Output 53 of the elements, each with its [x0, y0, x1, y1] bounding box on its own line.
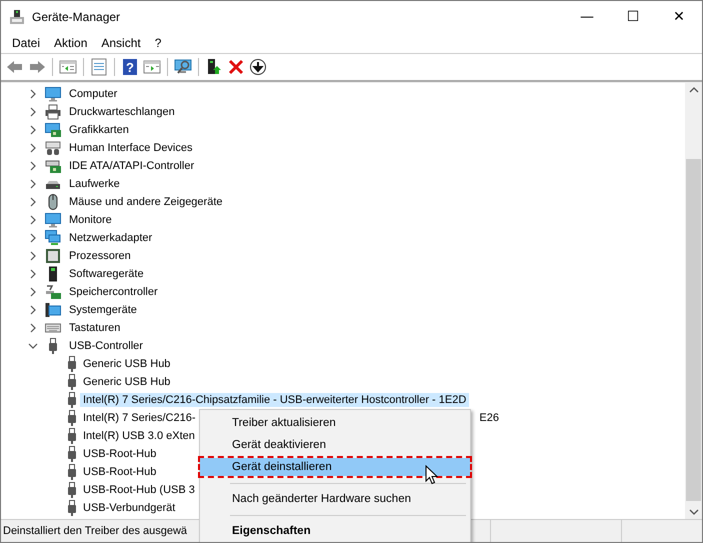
- tree-item[interactable]: Intel(R) 7 Series/C216-: [80, 411, 198, 425]
- tree-item[interactable]: Intel(R) 7 Series/C216-Chipsatzfamilie - USB-erweiterter Hostcontroller - 1E2D: [80, 393, 470, 407]
- tree-item[interactable]: IDE ATA/ATAPI-Controller: [66, 159, 198, 173]
- menu-item[interactable]: Datei: [5, 36, 48, 50]
- tree-item[interactable]: Intel(R) USB 3.0 eXten: [80, 429, 198, 443]
- network-icon: [45, 230, 61, 246]
- controller-board-icon: [45, 158, 61, 174]
- printer-icon: [45, 104, 61, 120]
- mouse-cursor-icon: [425, 465, 438, 485]
- menu-item[interactable]: Gerät deaktivieren: [200, 436, 470, 454]
- tree-item[interactable]: Speichercontroller: [66, 285, 161, 299]
- tree-item[interactable]: USB-Root-Hub: [80, 465, 160, 479]
- menu-item[interactable]: Eigenschaften: [200, 522, 470, 540]
- monitor-icon: [45, 212, 61, 228]
- close-button[interactable]: ✕: [656, 1, 702, 33]
- keyboard-mouse-icon: [45, 140, 61, 156]
- device-manager-icon: [9, 9, 25, 25]
- tree-item[interactable]: Prozessoren: [66, 249, 134, 263]
- processor-icon: [45, 248, 61, 264]
- tree-item[interactable]: USB-Root-Hub (USB 3: [80, 483, 198, 497]
- tree-item[interactable]: Mäuse und andere Zeigegeräte: [66, 195, 226, 209]
- tree-item[interactable]: USB-Verbundgerät: [80, 501, 178, 515]
- tree-item[interactable]: USB-Controller: [66, 339, 146, 353]
- tree-item[interactable]: Softwaregeräte: [66, 267, 147, 281]
- menu-item[interactable]: ?: [148, 36, 168, 50]
- menu-item[interactable]: Ansicht: [94, 36, 148, 50]
- menu-item[interactable]: Nach geänderter Hardware suchen: [200, 490, 470, 508]
- window-title: Geräte-Manager: [32, 10, 120, 24]
- monitor-icon: [45, 86, 61, 102]
- help-button[interactable]: ?: [119, 56, 141, 78]
- tree-item[interactable]: USB-Root-Hub: [80, 447, 160, 461]
- tree-item[interactable]: Grafikkarten: [66, 123, 132, 137]
- graphics-card-icon: [45, 122, 61, 138]
- tree-item[interactable]: Generic USB Hub: [80, 375, 174, 389]
- tree-item[interactable]: Systemgeräte: [66, 303, 140, 317]
- tree-item[interactable]: E26: [479, 412, 502, 424]
- menu-item[interactable]: Aktion: [47, 36, 94, 50]
- status-text: Deinstalliert den Treiber des ausgewä: [2, 525, 188, 537]
- tree-item[interactable]: Human Interface Devices: [66, 141, 196, 155]
- tree-item[interactable]: Druckwarteschlangen: [66, 105, 178, 119]
- tree-item[interactable]: Computer: [66, 87, 120, 101]
- menu-item[interactable]: Treiber aktualisieren: [200, 414, 470, 432]
- tree-item[interactable]: Generic USB Hub: [80, 357, 174, 371]
- minimize-button[interactable]: —: [564, 1, 610, 33]
- maximize-button[interactable]: ☐: [610, 1, 656, 33]
- tree-item[interactable]: Netzwerkadapter: [66, 231, 156, 245]
- download-button[interactable]: [247, 56, 269, 78]
- tree-item[interactable]: Laufwerke: [66, 177, 123, 191]
- scrollbar-thumb[interactable]: [686, 159, 701, 501]
- scrollbar[interactable]: [685, 83, 702, 519]
- tree-item[interactable]: Tastaturen: [66, 321, 124, 335]
- menu-item[interactable]: Gerät deinstallieren: [200, 458, 470, 476]
- tree-item[interactable]: Monitore: [66, 213, 115, 227]
